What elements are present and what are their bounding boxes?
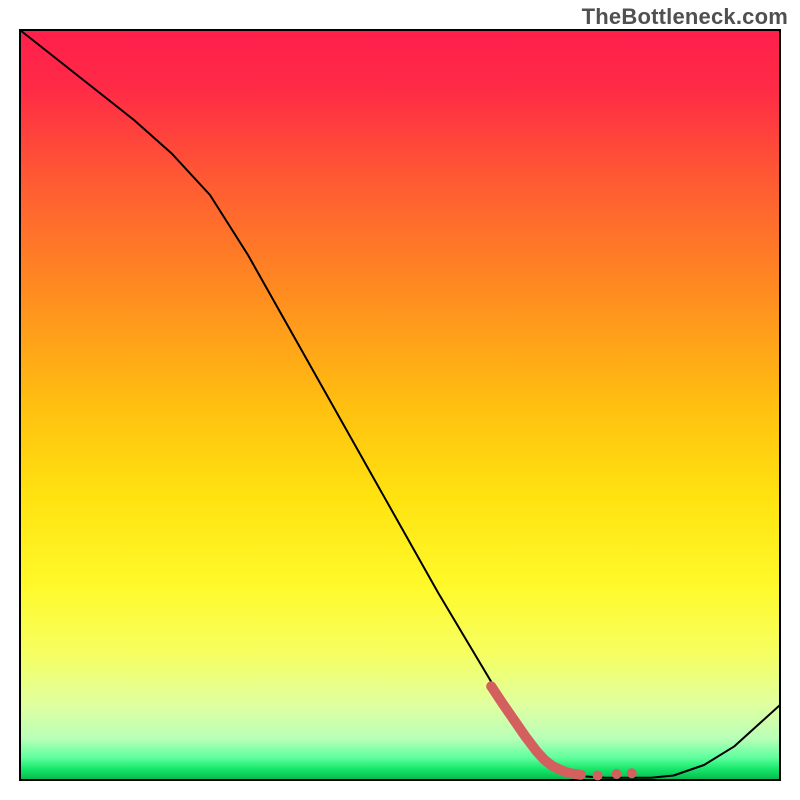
- plot-background: [20, 30, 780, 780]
- watermark-label: TheBottleneck.com: [582, 4, 788, 30]
- highlight-dot: [627, 768, 637, 778]
- chart-container: TheBottleneck.com: [0, 0, 800, 800]
- highlight-dot: [612, 769, 622, 779]
- highlight-dot: [593, 771, 603, 781]
- bottleneck-chart: [0, 0, 800, 800]
